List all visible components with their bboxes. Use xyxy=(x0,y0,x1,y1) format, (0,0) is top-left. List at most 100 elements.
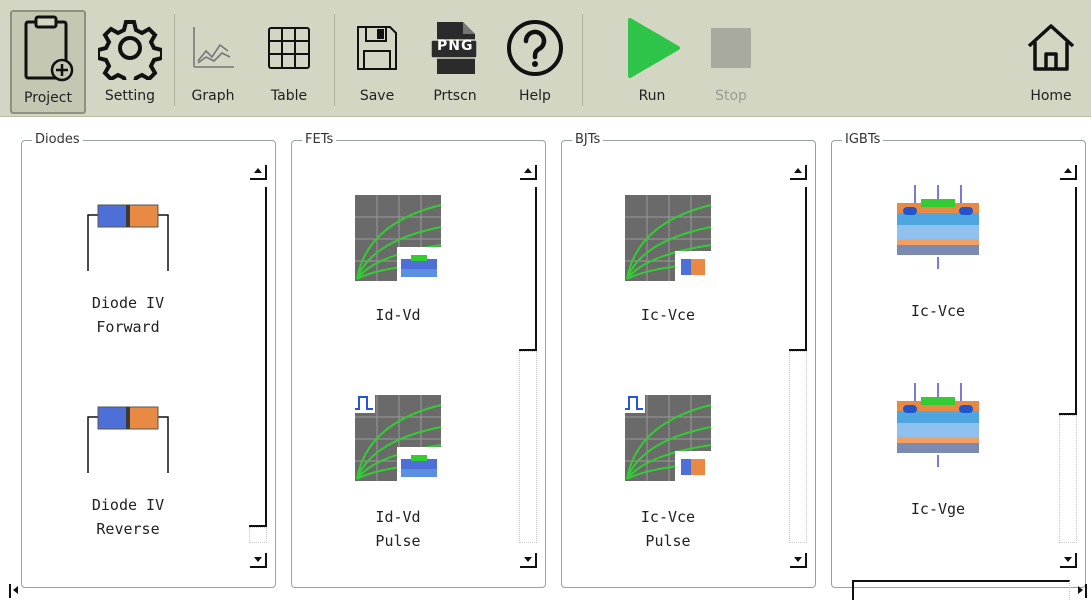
scroll-track-remainder xyxy=(789,351,807,543)
vertical-scrollbar[interactable] xyxy=(517,161,539,571)
scroll-up-arrow-icon[interactable] xyxy=(787,161,809,181)
scroll-track[interactable] xyxy=(519,187,537,543)
gear-icon xyxy=(98,10,162,86)
igbt-icon xyxy=(893,379,983,475)
table-grid-icon xyxy=(264,10,314,86)
help-question-icon xyxy=(505,10,565,86)
horizontal-scrollbar[interactable] xyxy=(8,578,1088,600)
item-caption-line1: Id-Vd xyxy=(375,508,421,526)
item-caption-line2: Pulse xyxy=(375,532,421,550)
item-caption-line1: Ic-Vce xyxy=(910,302,966,320)
item-id-vd-pulse[interactable]: Id-Vd Pulse xyxy=(292,393,504,553)
scroll-track-remainder xyxy=(1059,415,1077,543)
scroll-up-arrow-icon[interactable] xyxy=(1057,161,1079,181)
group-fets: FETs Id-Vd Id-Vd Pulse xyxy=(291,132,546,588)
png-file-icon: PNG xyxy=(427,10,483,86)
group-diodes: Diodes Diode IV Forward Diode IV Reverse xyxy=(21,132,276,588)
prtscn-button[interactable]: PNG Prtscn xyxy=(420,10,490,114)
stop-label: Stop xyxy=(715,88,747,104)
diode-icon xyxy=(78,201,178,291)
scroll-right-arrow-icon[interactable] xyxy=(1072,582,1088,598)
scroll-thumb[interactable] xyxy=(519,187,537,351)
setting-button[interactable]: Setting xyxy=(92,10,168,114)
graph-label: Graph xyxy=(191,88,235,104)
stop-square-icon xyxy=(711,10,751,86)
item-diode-iv-reverse[interactable]: Diode IV Reverse xyxy=(22,403,234,541)
item-caption-line1: Ic-Vge xyxy=(910,500,966,518)
floppy-disk-icon xyxy=(354,10,400,86)
line-chart-icon xyxy=(188,10,238,86)
diode-icon xyxy=(78,403,178,493)
item-caption-line2: Forward xyxy=(96,318,160,336)
scroll-left-arrow-icon[interactable] xyxy=(8,582,24,598)
measurement-panel: Diodes Diode IV Forward Diode IV Reverse… xyxy=(0,118,1091,601)
item-ic-vce-pulse[interactable]: Ic-Vce Pulse xyxy=(562,393,774,553)
home-icon xyxy=(1024,10,1078,86)
group-title: IGBTs xyxy=(842,132,884,147)
scroll-track[interactable] xyxy=(1059,187,1077,543)
help-label: Help xyxy=(519,88,551,104)
item-igbt-ic-vce[interactable]: Ic-Vce xyxy=(832,181,1044,323)
run-label: Run xyxy=(638,88,666,104)
item-caption-line2: Pulse xyxy=(645,532,691,550)
item-igbt-ic-vge[interactable]: Ic-Vge xyxy=(832,379,1044,521)
save-button[interactable]: Save xyxy=(344,10,410,114)
scroll-track[interactable] xyxy=(789,187,807,543)
item-caption-line2: Reverse xyxy=(96,520,160,538)
igbt-icon xyxy=(893,181,983,277)
project-button[interactable]: Project xyxy=(10,10,86,114)
scroll-thumb[interactable] xyxy=(249,187,267,527)
vertical-scrollbar[interactable] xyxy=(247,161,269,571)
group-title: FETs xyxy=(302,132,337,147)
item-caption-line1: Diode IV xyxy=(91,294,165,312)
bjt-pulse-curve-icon xyxy=(623,393,713,489)
item-caption-line1: Diode IV xyxy=(91,496,165,514)
toolbar-separator xyxy=(334,14,335,106)
scroll-down-arrow-icon[interactable] xyxy=(247,549,269,569)
scroll-down-arrow-icon[interactable] xyxy=(787,549,809,569)
save-label: Save xyxy=(359,88,395,104)
table-button[interactable]: Table xyxy=(256,10,322,114)
vertical-scrollbar[interactable] xyxy=(787,161,809,571)
png-badge-text: PNG xyxy=(437,38,474,54)
item-caption-line1: Id-Vd xyxy=(375,306,421,324)
group-title: Diodes xyxy=(32,132,83,147)
scroll-down-arrow-icon[interactable] xyxy=(1057,549,1079,569)
vertical-scrollbar[interactable] xyxy=(1057,161,1079,571)
horizontal-scroll-thumb[interactable] xyxy=(852,580,1070,600)
toolbar-separator xyxy=(582,14,583,106)
toolbar: Project Setting Graph Table Save PNG Prt… xyxy=(0,0,1091,117)
graph-button[interactable]: Graph xyxy=(180,10,246,114)
item-ic-vce[interactable]: Ic-Vce xyxy=(562,193,774,327)
group-igbts: IGBTs Ic-Vce Ic-Vge xyxy=(831,132,1086,588)
project-label: Project xyxy=(24,90,72,106)
scroll-track-remainder xyxy=(249,527,267,543)
group-bjts: BJTs Ic-Vce Ic-Vce Pulse xyxy=(561,132,816,588)
table-label: Table xyxy=(270,88,308,104)
item-caption-line1: Ic-Vce xyxy=(640,508,696,526)
scroll-track-remainder xyxy=(519,351,537,543)
group-title: BJTs xyxy=(572,132,604,147)
play-icon xyxy=(620,10,684,86)
scroll-up-arrow-icon[interactable] xyxy=(247,161,269,181)
scroll-up-arrow-icon[interactable] xyxy=(517,161,539,181)
fet-curve-icon xyxy=(353,193,443,289)
scroll-down-arrow-icon[interactable] xyxy=(517,549,539,569)
scroll-thumb[interactable] xyxy=(789,187,807,351)
fet-pulse-curve-icon xyxy=(353,393,443,489)
item-diode-iv-forward[interactable]: Diode IV Forward xyxy=(22,201,234,339)
help-button[interactable]: Help xyxy=(500,10,570,114)
setting-label: Setting xyxy=(104,88,156,104)
prtscn-label: Prtscn xyxy=(433,88,477,104)
scroll-track[interactable] xyxy=(249,187,267,543)
item-id-vd[interactable]: Id-Vd xyxy=(292,193,504,327)
bjt-curve-icon xyxy=(623,193,713,289)
home-button[interactable]: Home xyxy=(1018,10,1084,114)
item-caption-line1: Ic-Vce xyxy=(640,306,696,324)
run-button[interactable]: Run xyxy=(614,10,690,114)
scroll-thumb[interactable] xyxy=(1059,187,1077,415)
clipboard-add-icon xyxy=(18,12,78,88)
home-label: Home xyxy=(1030,88,1072,104)
stop-button[interactable]: Stop xyxy=(696,10,766,114)
toolbar-separator xyxy=(174,14,175,106)
